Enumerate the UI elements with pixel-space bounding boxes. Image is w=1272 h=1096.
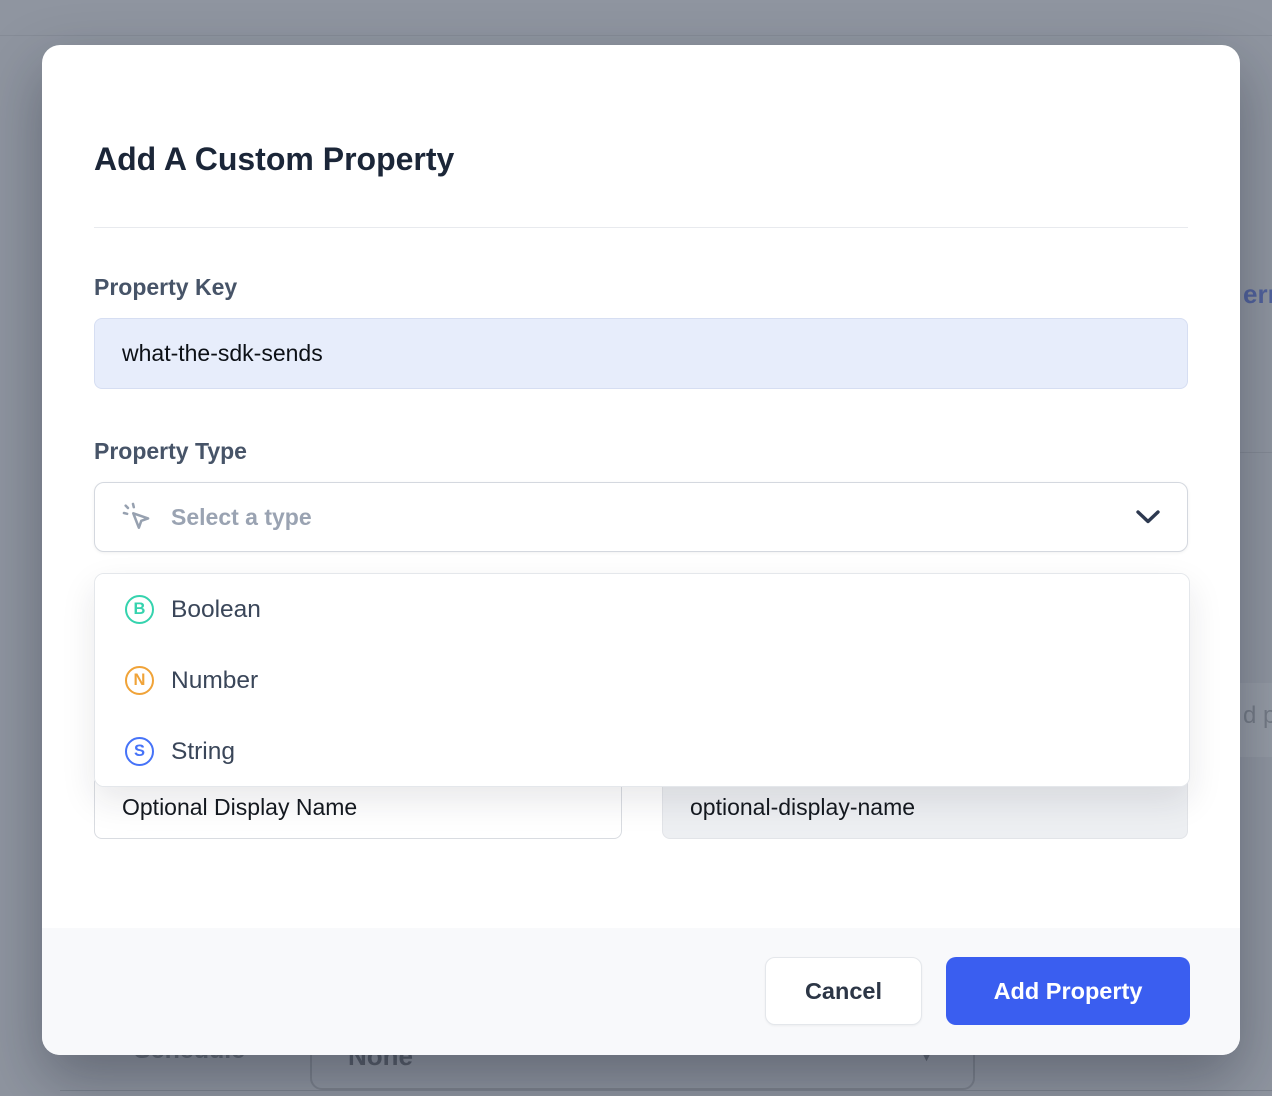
type-option-string[interactable]: S String	[95, 716, 1189, 787]
chevron-down-icon	[1135, 509, 1161, 525]
type-option-boolean[interactable]: B Boolean	[95, 574, 1189, 645]
type-option-number[interactable]: N Number	[95, 645, 1189, 716]
add-property-button[interactable]: Add Property	[946, 957, 1190, 1025]
type-option-label: Boolean	[171, 596, 261, 624]
property-key-label: Property Key	[94, 274, 237, 301]
dialog-footer: Cancel Add Property	[42, 928, 1240, 1055]
boolean-type-icon: B	[125, 595, 154, 624]
cancel-button[interactable]: Cancel	[765, 957, 922, 1025]
cursor-click-icon	[121, 501, 153, 533]
dialog-title: Add A Custom Property	[94, 141, 454, 178]
background-header-divider	[0, 35, 1272, 36]
string-type-icon: S	[125, 737, 154, 766]
property-type-select[interactable]: Select a type	[94, 482, 1188, 552]
number-type-icon: N	[125, 666, 154, 695]
property-type-dropdown: B Boolean N Number S String	[94, 573, 1190, 787]
add-custom-property-dialog: Add A Custom Property Property Key Prope…	[42, 45, 1240, 1055]
background-text-fragment: d p	[1243, 702, 1272, 730]
title-divider	[94, 227, 1188, 228]
property-key-input[interactable]	[94, 318, 1188, 389]
property-type-label: Property Type	[94, 438, 247, 465]
type-option-label: Number	[171, 667, 258, 695]
select-placeholder: Select a type	[171, 504, 312, 531]
background-link-fragment: erm	[1243, 279, 1272, 310]
type-option-label: String	[171, 738, 235, 766]
background-bottom-divider	[60, 1090, 1272, 1091]
